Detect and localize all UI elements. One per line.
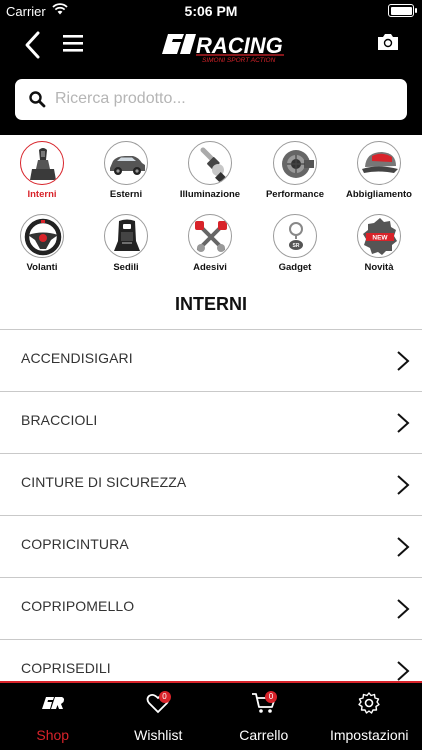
category-label: Esterni [109,189,143,200]
sr-logo-icon [41,697,64,709]
subcategory-list: ACCENDISIGARI BRACCIOLI CINTURE DI SICUR… [0,329,422,701]
category-label: Adesivi [193,262,227,273]
camera-icon [378,34,398,50]
category-performance[interactable]: Performance [250,141,340,200]
chevron-right-icon [397,413,410,433]
list-item-label: COPRIPOMELLO [21,598,135,614]
category-label: Novità [364,262,394,273]
back-button[interactable] [20,30,48,60]
list-item[interactable]: COPRIPOMELLO [0,577,422,639]
tab-wishlist[interactable]: 0 Wishlist [106,683,212,750]
hamburger-icon [63,35,83,52]
car-icon [104,141,148,185]
app-header: Carrier 5:06 PM RACING SIMONI SPORT ACTI… [0,0,422,135]
list-item[interactable]: CINTURE DI SICUREZZA [0,453,422,515]
nav-bar: RACING SIMONI SPORT ACTION [0,22,422,70]
category-grid: Interni Esterni Illuminazione Performanc… [0,140,422,280]
svg-text:SR: SR [293,243,300,249]
status-bar: Carrier 5:06 PM [0,0,422,22]
turbo-icon [273,141,317,185]
list-item-label: COPRISEDILI [21,660,111,676]
chevron-right-icon [397,351,410,371]
new-badge-icon: NEW [357,214,401,258]
search-input[interactable] [55,85,395,113]
tab-label: Impostazioni [329,727,409,743]
tab-carrello[interactable]: 0 Carrello [211,683,317,750]
headlight-bulb-icon [188,141,232,185]
tab-label: Shop [36,727,70,743]
svg-text:SIMONI SPORT ACTION: SIMONI SPORT ACTION [202,57,276,64]
chevron-right-icon [397,475,410,495]
category-esterni[interactable]: Esterni [81,141,171,200]
category-abbigliamento[interactable]: Abbigliamento [334,141,422,200]
tab-shop[interactable]: Shop [0,683,106,750]
category-interni[interactable]: Interni [0,141,87,200]
racing-seat-icon [104,214,148,258]
cap-icon [357,141,401,185]
list-item[interactable]: ACCENDISIGARI [0,329,422,391]
list-item-label: BRACCIOLI [21,412,98,428]
svg-text:RACING: RACING [196,33,283,58]
gear-icon [358,692,380,714]
battery-icon [388,4,417,17]
search-bar[interactable] [15,79,407,120]
tab-bar: Shop 0 Wishlist 0 Carrello Impostazioni [0,681,422,750]
category-label: Interni [27,189,57,200]
list-item-label: COPRICINTURA [21,536,129,552]
category-label: Sedili [113,262,139,273]
steering-wheel-icon [20,214,64,258]
tab-label: Wishlist [134,727,183,743]
menu-button[interactable] [62,32,86,54]
chevron-left-icon [25,31,40,59]
list-item[interactable]: BRACCIOLI [0,391,422,453]
gear-knob-icon [20,141,64,185]
category-adesivi[interactable]: Adesivi [165,214,255,273]
search-icon [29,91,46,108]
keyring-icon: SR [273,214,317,258]
category-label: Volanti [26,262,58,273]
category-novita[interactable]: NEW Novità [334,214,422,273]
list-item[interactable]: COPRICINTURA [0,515,422,577]
cart-badge: 0 [265,691,277,703]
category-sedili[interactable]: Sedili [81,214,171,273]
piston-sticker-icon [188,214,232,258]
chevron-right-icon [397,661,410,681]
section-title: INTERNI [175,294,247,314]
category-label: Performance [265,189,325,200]
clock: 5:06 PM [184,3,238,19]
list-item-label: ACCENDISIGARI [21,350,133,366]
category-label: Gadget [278,262,312,273]
wishlist-badge: 0 [158,691,171,703]
category-volanti[interactable]: Volanti [0,214,87,273]
new-badge-text: NEW [372,235,388,242]
category-label: Abbigliamento [346,189,412,200]
tab-label: Carrello [239,727,289,743]
tab-impostazioni[interactable]: Impostazioni [317,683,422,750]
brand-logo: RACING SIMONI SPORT ACTION [160,26,290,64]
category-gadget[interactable]: SR Gadget [250,214,340,273]
chevron-right-icon [397,599,410,619]
list-item-label: CINTURE DI SICUREZZA [21,474,187,490]
camera-button[interactable] [376,31,400,53]
chevron-right-icon [397,537,410,557]
category-label: Illuminazione [179,189,241,200]
category-illuminazione[interactable]: Illuminazione [165,141,255,200]
